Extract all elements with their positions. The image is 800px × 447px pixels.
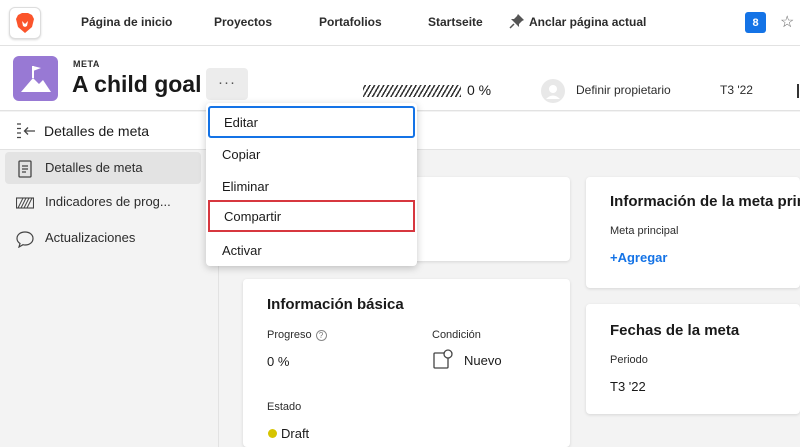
progress-value: 0 %: [467, 82, 492, 98]
parent-goal-card: Información de la meta princ Meta princi…: [586, 177, 800, 288]
state-value[interactable]: Draft: [281, 426, 309, 441]
goal-dates-title: Fechas de la meta: [610, 322, 740, 339]
document-icon: [18, 160, 32, 178]
pin-icon[interactable]: [509, 13, 525, 29]
sidebar: Detalles de meta Detalles de meta Indica…: [0, 112, 219, 447]
sidebar-item-label: Actualizaciones: [45, 230, 136, 245]
menu-item-activate[interactable]: Activar: [206, 234, 417, 266]
page-title: A child goal: [72, 71, 202, 97]
set-owner-link[interactable]: Definir propietario: [576, 83, 671, 97]
more-options-menu: Editar Copiar Eliminar Compartir Activar: [206, 103, 417, 266]
parent-goal-title: Información de la meta princ: [610, 193, 800, 210]
menu-item-delete[interactable]: Eliminar: [206, 170, 417, 202]
nav-home-link[interactable]: Página de inicio: [81, 15, 172, 29]
sidebar-item-label: Detalles de meta: [45, 160, 143, 175]
condition-icon: [433, 349, 453, 369]
menu-item-copy[interactable]: Copiar: [206, 138, 417, 170]
sidebar-header-label: Detalles de meta: [44, 123, 150, 139]
goal-dates-card: Fechas de la meta Periodo T3 '22: [586, 304, 800, 414]
nav-startseite-link[interactable]: Startseite: [428, 15, 483, 29]
help-icon[interactable]: ?: [315, 329, 327, 341]
notification-badge[interactable]: 8: [745, 12, 766, 33]
menu-item-label: Activar: [222, 243, 262, 258]
sidebar-item-updates[interactable]: Actualizaciones: [5, 222, 201, 254]
sidebar-header: Detalles de meta: [0, 112, 219, 150]
sidebar-item-goal-details[interactable]: Detalles de meta: [5, 152, 201, 184]
avatar[interactable]: [541, 79, 565, 103]
menu-item-label: Eliminar: [222, 179, 269, 194]
state-label: Estado: [267, 401, 302, 413]
pin-page-link[interactable]: Anclar página actual: [529, 15, 646, 29]
goal-flag-icon: [13, 56, 58, 101]
status-dot-icon: [268, 429, 277, 438]
progress-field-value: 0 %: [267, 354, 290, 369]
menu-item-label: Compartir: [224, 209, 282, 224]
menu-item-label: Editar: [224, 115, 258, 130]
collapse-sidebar-icon[interactable]: [16, 123, 36, 139]
condition-value[interactable]: Nuevo: [464, 353, 502, 368]
goal-header: META A child goal ··· 0 % Definir propie…: [0, 46, 800, 111]
nav-projects-link[interactable]: Proyectos: [214, 15, 272, 29]
parent-goal-label: Meta principal: [610, 225, 679, 237]
period-value: T3 '22: [610, 379, 646, 394]
add-parent-goal-link[interactable]: +Agregar: [610, 250, 667, 265]
sidebar-item-progress-indicators[interactable]: Indicadores de prog...: [5, 186, 201, 218]
nav-portfolios-link[interactable]: Portafolios: [319, 15, 382, 29]
progress-indicator-icon: [16, 197, 34, 209]
basic-info-card: Información básica Progreso? 0 % Condici…: [243, 279, 570, 447]
period-label: Periodo: [610, 354, 648, 366]
menu-item-share[interactable]: Compartir: [208, 200, 415, 232]
goal-type-label: META: [73, 59, 100, 69]
header-edge-divider: [797, 84, 799, 98]
comment-icon: [16, 231, 34, 248]
star-icon[interactable]: ☆: [780, 12, 794, 32]
brave-lion-icon[interactable]: [9, 7, 41, 39]
more-options-button[interactable]: ···: [206, 68, 248, 100]
progress-bar: [363, 85, 461, 97]
header-period[interactable]: T3 '22: [720, 83, 753, 97]
basic-info-title: Información básica: [267, 296, 404, 313]
sidebar-item-label: Indicadores de prog...: [45, 194, 171, 209]
menu-item-label: Copiar: [222, 147, 261, 162]
progress-label: Progreso: [267, 329, 312, 341]
condition-label: Condición: [432, 329, 481, 341]
progress-field: Progreso?: [267, 329, 327, 341]
top-nav: Página de inicio Proyectos Portafolios S…: [0, 0, 800, 46]
menu-item-edit[interactable]: Editar: [208, 106, 415, 138]
